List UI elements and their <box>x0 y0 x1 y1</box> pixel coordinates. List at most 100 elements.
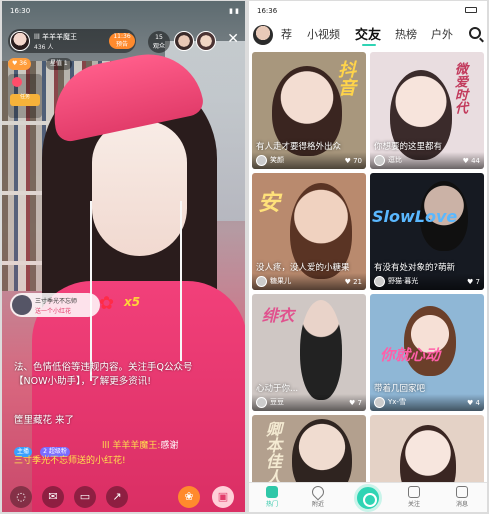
card-caption: 有人走才要得格外出众 <box>256 142 342 152</box>
viewer-avatar[interactable] <box>196 31 216 51</box>
host-name: lll 羊羊羊魔王 <box>34 33 78 41</box>
feed-card[interactable]: 绯衣 心动于你... 豆豆 ♥ 7 <box>252 294 366 411</box>
card-overlay-text: 你就心动 <box>380 346 441 364</box>
avatar <box>12 295 32 315</box>
card-view-count: ♥ 21 <box>344 278 362 286</box>
card-author: 豆豆 <box>270 398 284 406</box>
card-author: Yx-雪 <box>388 398 406 406</box>
bottom-navigation: 热门 附近 关注 消息 <box>249 482 487 512</box>
screenshot-stage: 16:30 ▮ ▮ lll 羊羊羊魔王 436 人 11:36 预告 15 观众… <box>0 0 489 514</box>
feed-card[interactable]: 卿本佳人 <box>252 415 366 485</box>
mail-icon[interactable]: ✉ <box>42 486 64 508</box>
host-audience: 436 人 <box>34 44 54 51</box>
search-icon[interactable] <box>469 27 481 39</box>
tab-recommend[interactable]: 荐 <box>281 26 292 42</box>
avatar <box>256 276 267 287</box>
nav-messages-label: 消息 <box>455 501 468 508</box>
viewer-avatar[interactable] <box>174 31 194 51</box>
card-caption: 没人疼，没人爱的小糖果 <box>256 263 350 273</box>
system-message: 法、色情低俗等违规内容。关注手Q公众号【NOW小助手】，了解更多资讯! <box>14 362 193 387</box>
avatar <box>374 276 385 287</box>
home-icon <box>266 486 278 498</box>
follow-icon <box>408 486 420 498</box>
chat-username: lll 羊羊羊魔王:感谢 <box>102 441 179 451</box>
card-overlay-text: 绯衣 <box>262 306 295 325</box>
coin-badge[interactable]: ♥ 36 <box>8 58 31 70</box>
card-view-count: ♥ 70 <box>344 157 362 165</box>
battery-icon <box>465 7 477 13</box>
feed-card[interactable]: 抖音 有人走才要得格外出众 笑颜 ♥ 70 <box>252 52 366 169</box>
earphone-cable <box>90 201 92 381</box>
card-author: 笑颜 <box>270 156 284 164</box>
flower-icon: ✿ <box>99 293 115 314</box>
card-overlay-text: 抖音 <box>335 60 356 96</box>
gift-multiplier: x5 <box>124 295 141 309</box>
card-caption: 你想要的这里都有 <box>374 142 443 152</box>
message-icon[interactable]: ▭ <box>74 486 96 508</box>
chat-text: 三寸季光不忘师送的小红花! <box>14 456 126 466</box>
card-caption: 带着几回家吧 <box>374 384 426 394</box>
gift-sender: 三寸季光不忘师 <box>35 298 78 305</box>
location-icon <box>309 483 327 501</box>
nav-hot-label: 热门 <box>265 501 278 508</box>
giftbox-icon[interactable]: ▣ <box>212 486 234 508</box>
follow-button[interactable]: 11:36 预告 <box>109 33 135 49</box>
tab-dating[interactable]: 交友 <box>355 24 381 43</box>
feed-screen: 16:36 荐 小视频 交友 热榜 户外 抖音 有人走才要得格外出众 笑颜 ♥ … <box>249 1 487 512</box>
card-author: 糖果儿 <box>270 277 291 285</box>
card-view-count: ♥ 44 <box>462 157 480 165</box>
heart-icon <box>12 77 22 87</box>
nav-follow-label: 关注 <box>407 501 420 508</box>
share-icon[interactable]: ↗ <box>106 486 128 508</box>
avatar[interactable] <box>253 25 273 45</box>
star-badge[interactable]: 星值 1 <box>46 58 72 70</box>
viewer-count[interactable]: 15 观众 <box>148 31 170 53</box>
status-time: 16:36 <box>257 7 278 15</box>
message-icon <box>456 486 468 498</box>
nav-hot[interactable]: 热门 <box>257 486 287 508</box>
feed-card[interactable]: SlowLove 有没有处对象的?萌新 野猫·暮光 ♥ 7 <box>370 173 484 290</box>
card-overlay-text: 安 <box>258 191 281 216</box>
card-overlay-text: 微爱时代 <box>452 62 467 114</box>
chat-icon[interactable]: ◌ <box>10 486 32 508</box>
avatar <box>374 397 385 408</box>
tab-short-video[interactable]: 小视频 <box>307 26 340 42</box>
feed-card[interactable]: 安 没人疼，没人爱的小糖果 糖果儿 ♥ 21 <box>252 173 366 290</box>
tab-hot-list[interactable]: 热榜 <box>395 26 417 42</box>
chat-message: 主播 2 超级粉 lll 羊羊羊魔王:感谢 三寸季光不忘师送的小红花! <box>14 438 242 466</box>
card-view-count: ♥ 7 <box>467 278 480 286</box>
host-info[interactable]: lll 羊羊羊魔王 436 人 11:36 预告 <box>8 29 136 53</box>
card-author: 野猫·暮光 <box>388 277 419 285</box>
tab-outdoor[interactable]: 户外 <box>431 26 453 42</box>
feed-header: 荐 小视频 交友 热榜 户外 <box>249 21 487 49</box>
gift-name: 送一个小红花 <box>35 308 72 315</box>
nav-messages[interactable]: 消息 <box>447 486 477 508</box>
live-toolbar: ◌ ✉ ▭ ↗ ❀ ▣ <box>2 484 245 508</box>
card-caption: 有没有处对象的?萌新 <box>374 263 456 273</box>
status-icons: ▮ ▮ <box>229 7 239 15</box>
avatar[interactable] <box>10 31 30 51</box>
feed-card[interactable]: 微爱时代 你想要的这里都有 逗比 ♥ 44 <box>370 52 484 169</box>
activity-label: 任务 <box>10 94 40 106</box>
feed-card[interactable] <box>370 415 484 485</box>
live-stream-screen: 16:30 ▮ ▮ lll 羊羊羊魔王 436 人 11:36 预告 15 观众… <box>2 1 245 512</box>
close-icon[interactable]: ✕ <box>227 31 239 47</box>
card-overlay-text: 卿本佳人 <box>263 421 282 485</box>
card-overlay-text: SlowLove <box>372 207 458 226</box>
avatar <box>256 397 267 408</box>
card-view-count: ♥ 7 <box>349 399 362 407</box>
streamer-face <box>92 121 187 256</box>
live-camera-button[interactable] <box>354 484 382 512</box>
join-message: 筐里藏花 来了 <box>14 415 75 426</box>
avatar <box>374 155 385 166</box>
gift-notification: 三寸季光不忘师 送一个小红花 <box>10 293 100 317</box>
gift-icon[interactable]: ❀ <box>178 486 200 508</box>
card-view-count: ♥ 4 <box>467 399 480 407</box>
card-author: 逗比 <box>388 156 402 164</box>
nav-follow[interactable]: 关注 <box>399 486 429 508</box>
card-caption: 心动于你... <box>256 384 299 394</box>
activity-widget[interactable]: 任务 <box>8 74 42 118</box>
nav-nearby[interactable]: 附近 <box>303 483 333 508</box>
feed-card[interactable]: 你就心动 带着几回家吧 Yx-雪 ♥ 4 <box>370 294 484 411</box>
active-tab-indicator <box>362 44 376 46</box>
